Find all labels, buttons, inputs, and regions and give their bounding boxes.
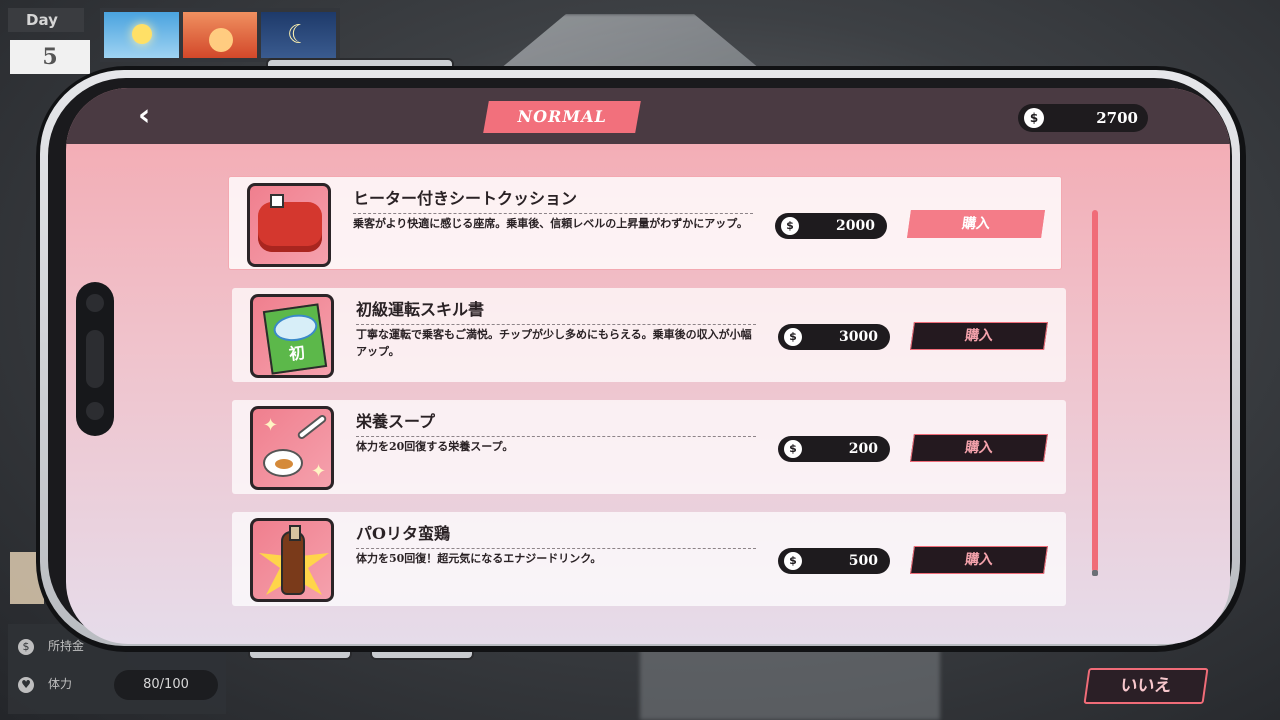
shop-header: ‹ NORMAL $ 2700 xyxy=(66,88,1230,144)
coin-icon: $ xyxy=(784,552,802,570)
soup-spoon-icon: ✦ ✦ xyxy=(250,406,334,490)
item-price: $ 3000 xyxy=(778,324,890,350)
scrollbar-end xyxy=(1092,570,1098,576)
stamina-stat-icon: ♥ xyxy=(18,676,34,693)
price-amount: 500 xyxy=(848,553,878,569)
item-name: ヒーター付きシートクッション xyxy=(353,185,753,214)
sunset-icon xyxy=(182,12,258,58)
price-amount: 200 xyxy=(848,441,878,457)
skill-book-icon: 初 xyxy=(250,294,334,378)
item-name: 栄養スープ xyxy=(356,408,756,437)
coin-icon: $ xyxy=(784,328,802,346)
back-button[interactable]: ‹ xyxy=(138,101,166,131)
money-display: $ 2700 xyxy=(1018,104,1148,132)
buy-button[interactable]: 購入 xyxy=(907,210,1045,238)
shop-item-nutrition-soup[interactable]: ✦ ✦ 栄養スープ 体力を20回復する栄養スープ。 $ 200 購入 xyxy=(232,400,1066,494)
moon-icon: ☾ xyxy=(261,12,337,58)
stamina-value: 80/100 xyxy=(114,670,218,700)
chevron-left-icon: ‹ xyxy=(138,98,151,133)
sun-icon xyxy=(104,12,179,58)
bottle-graphic xyxy=(281,525,305,595)
difficulty-tag: NORMAL xyxy=(483,101,641,133)
coin-icon: $ xyxy=(1024,108,1044,128)
coin-icon: $ xyxy=(784,440,802,458)
day-number: 5 xyxy=(10,40,90,74)
sparkle-icon: ✦ xyxy=(311,461,327,482)
sparkle-icon: ✦ xyxy=(263,415,279,436)
item-description: 体力を20回復する栄養スープ。 xyxy=(356,440,514,453)
day-counter: Day 5 xyxy=(8,8,90,74)
money-stat-label: 所持金 xyxy=(48,639,85,653)
day-label: Day xyxy=(8,8,84,32)
phone-camera-notch xyxy=(76,282,114,436)
phone-bezel: ‹ NORMAL $ 2700 ヒーター付きシートクッション 乗客がより快適に感… xyxy=(48,78,1232,644)
cushion-graphic xyxy=(258,194,322,252)
item-price: $ 200 xyxy=(778,436,890,462)
scrollbar-thumb[interactable] xyxy=(1092,210,1098,572)
item-name: 初級運転スキル書 xyxy=(356,296,756,325)
item-price: $ 500 xyxy=(778,548,890,574)
camera-lens xyxy=(86,402,104,420)
item-description: 乗客がより快適に感じる座席。乗車後、信頼レベルの上昇量がわずかにアップ。 xyxy=(353,217,748,230)
shop-item-skill-book[interactable]: 初 初級運転スキル書 丁寧な運転で乗客もご満悦。チップが少し多めにもらえる。乗車… xyxy=(232,288,1066,382)
item-description: 体力を50回復！超元気になるエナジードリンク。 xyxy=(356,552,602,565)
phone-frame: ‹ NORMAL $ 2700 ヒーター付きシートクッション 乗客がより快適に感… xyxy=(40,70,1240,646)
shop-item-seat-cushion[interactable]: ヒーター付きシートクッション 乗客がより快適に感じる座席。乗車後、信頼レベルの上… xyxy=(228,176,1062,270)
item-list-scrollbar[interactable] xyxy=(1092,210,1098,576)
shop-item-energy-drink[interactable]: パOリタ蛮鶏 体力を50回復！超元気になるエナジードリンク。 $ 500 購入 xyxy=(232,512,1066,606)
stamina-stat-label: 体力 xyxy=(48,677,73,691)
price-amount: 3000 xyxy=(839,329,878,345)
spoon-graphic xyxy=(263,449,303,477)
seat-cushion-icon xyxy=(247,183,331,267)
item-price: $ 2000 xyxy=(775,213,887,239)
buy-button[interactable]: 購入 xyxy=(910,434,1048,462)
buy-button[interactable]: 購入 xyxy=(910,546,1048,574)
money-amount: 2700 xyxy=(1096,109,1138,127)
price-amount: 2000 xyxy=(836,218,875,234)
energy-drink-icon xyxy=(250,518,334,602)
book-graphic: 初 xyxy=(262,303,328,375)
item-description: 丁寧な運転で乗客もご満悦。チップが少し多めにもらえる。乗車後の収入が小幅アップ。 xyxy=(356,328,752,358)
shop-screen: ‹ NORMAL $ 2700 ヒーター付きシートクッション 乗客がより快適に感… xyxy=(66,88,1230,644)
stamina-stat-row: ♥ 体力 xyxy=(18,670,72,698)
money-stat-icon: $ xyxy=(18,638,34,655)
buy-button[interactable]: 購入 xyxy=(910,322,1048,350)
coin-icon: $ xyxy=(781,217,799,235)
spoon-handle-graphic xyxy=(296,413,328,441)
time-of-day-indicator: ☾ xyxy=(100,8,340,62)
item-name: パOリタ蛮鶏 xyxy=(356,520,756,549)
no-button[interactable]: いいえ xyxy=(1083,668,1209,704)
